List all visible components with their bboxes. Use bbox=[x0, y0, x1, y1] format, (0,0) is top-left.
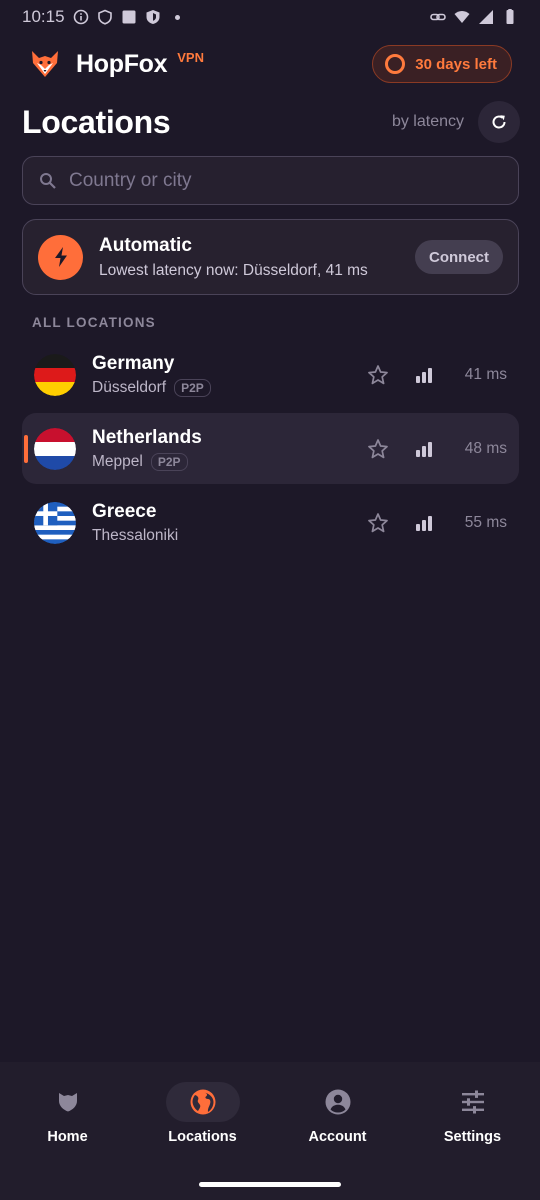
location-list: Germany Düsseldorf P2P 41 ms Netherlands… bbox=[22, 339, 519, 561]
selected-indicator bbox=[24, 435, 28, 463]
brand-name: HopFox bbox=[76, 49, 168, 78]
trial-label: 30 days left bbox=[415, 55, 497, 73]
section-label: ALL LOCATIONS bbox=[32, 315, 156, 330]
location-name: Greece bbox=[92, 500, 157, 522]
location-name: Germany bbox=[92, 352, 175, 374]
account-icon bbox=[325, 1089, 350, 1115]
refresh-button[interactable] bbox=[478, 101, 520, 143]
cell-signal-icon bbox=[479, 10, 493, 24]
nav-label: Account bbox=[308, 1129, 367, 1145]
page-title: Locations bbox=[22, 103, 171, 140]
sort-label[interactable]: by latency bbox=[392, 113, 464, 131]
star-icon[interactable] bbox=[367, 512, 389, 534]
title-row: Locations by latency bbox=[22, 100, 520, 144]
signal-bars-icon bbox=[416, 367, 432, 383]
star-icon[interactable] bbox=[367, 438, 389, 460]
location-name: Netherlands bbox=[92, 426, 202, 448]
latency-value: 48 ms bbox=[464, 439, 507, 457]
fox-logo-icon bbox=[32, 51, 58, 77]
bolt-badge bbox=[38, 234, 83, 280]
automatic-card[interactable]: Automatic Lowest latency now: Düsseldorf… bbox=[22, 219, 519, 295]
brand-tag: VPN bbox=[177, 50, 204, 65]
star-icon[interactable] bbox=[367, 364, 389, 386]
app-header: HopFox VPN 30 days left bbox=[0, 42, 540, 86]
nav-label: Locations bbox=[168, 1129, 237, 1145]
signal-bars-icon bbox=[416, 515, 432, 531]
location-city: Thessaloniki bbox=[92, 526, 179, 544]
nav-settings[interactable]: Settings bbox=[405, 1062, 540, 1200]
bolt-icon bbox=[54, 247, 67, 267]
battery-icon bbox=[506, 9, 514, 24]
location-row-greece[interactable]: Greece Thessaloniki 55 ms bbox=[22, 487, 519, 558]
link-icon bbox=[430, 13, 446, 21]
p2p-badge: P2P bbox=[150, 452, 188, 471]
netherlands-flag-icon bbox=[34, 427, 76, 470]
p2p-badge: P2P bbox=[174, 378, 211, 397]
germany-flag-icon bbox=[34, 353, 76, 396]
location-row-germany[interactable]: Germany Düsseldorf P2P 41 ms bbox=[22, 339, 519, 410]
latency-value: 41 ms bbox=[464, 365, 507, 383]
search-box[interactable] bbox=[22, 156, 519, 205]
sliders-icon bbox=[461, 1090, 484, 1114]
location-city: Meppel bbox=[92, 452, 143, 470]
vpn-key-icon bbox=[97, 9, 112, 25]
search-input[interactable] bbox=[69, 169, 469, 192]
shield-status-icon bbox=[146, 10, 160, 24]
automatic-subtitle: Lowest latency now: Düsseldorf, 41 ms bbox=[99, 261, 368, 279]
trial-days-pill[interactable]: 30 days left bbox=[372, 45, 512, 83]
nav-account[interactable]: Account bbox=[270, 1062, 405, 1200]
automatic-title: Automatic bbox=[99, 234, 192, 256]
status-bar: 10:15 bbox=[0, 0, 540, 34]
dot-icon bbox=[174, 14, 180, 20]
trial-ring-icon bbox=[385, 54, 406, 74]
info-icon bbox=[73, 9, 88, 25]
notification-square-icon bbox=[122, 10, 136, 24]
nav-home[interactable]: Home bbox=[0, 1062, 135, 1200]
connect-button[interactable]: Connect bbox=[415, 240, 503, 274]
globe-icon bbox=[190, 1089, 215, 1115]
home-indicator[interactable] bbox=[199, 1182, 341, 1187]
refresh-icon bbox=[492, 115, 506, 129]
latency-value: 55 ms bbox=[464, 513, 507, 531]
nav-label: Home bbox=[47, 1129, 88, 1145]
nav-locations[interactable]: Locations bbox=[135, 1062, 270, 1200]
search-icon bbox=[40, 172, 56, 189]
greece-flag-icon bbox=[34, 501, 76, 544]
wifi-icon bbox=[454, 11, 470, 23]
status-time: 10:15 bbox=[22, 7, 65, 26]
bottom-nav: Home Locations Account Settings bbox=[0, 1062, 540, 1200]
signal-bars-icon bbox=[416, 441, 432, 457]
location-city: Düsseldorf bbox=[92, 378, 167, 396]
nav-label: Settings bbox=[443, 1129, 502, 1145]
location-row-netherlands[interactable]: Netherlands Meppel P2P 48 ms bbox=[22, 413, 519, 484]
shield-icon bbox=[58, 1093, 77, 1112]
